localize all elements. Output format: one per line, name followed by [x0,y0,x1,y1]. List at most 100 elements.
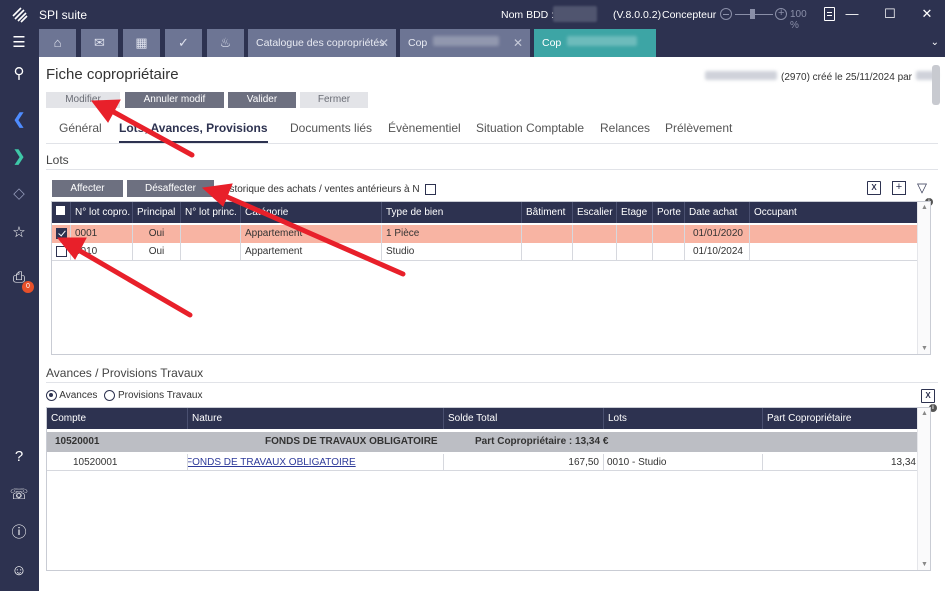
historique-checkbox-row[interactable]: Historique des achats / ventes antérieur… [220,184,437,195]
col-header[interactable]: Porte [653,202,685,223]
row-checkbox[interactable] [56,228,67,239]
lots-grid-header: N° lot copro. Principal N° lot princ. Ca… [52,202,918,223]
zoom-in-icon[interactable] [775,7,787,20]
col-header[interactable]: Date achat [685,202,750,223]
tab-relances[interactable]: Relances [600,121,650,135]
search-icon[interactable]: ⚲ [8,63,30,85]
col-header[interactable]: Type de bien [382,202,522,223]
radio-avances-label[interactable]: Avances [59,390,97,401]
col-header[interactable]: Catégorie [241,202,382,223]
col-header[interactable]: N° lot copro. [71,202,133,223]
nature-link[interactable]: FONDS DE TRAVAUX OBLIGATOIRE [188,457,356,468]
tab-documents-lies[interactable]: Documents liés [290,121,372,135]
cell-type: 1 Pièce [382,225,522,243]
col-header[interactable]: Solde Total [444,408,604,429]
maximize-icon[interactable]: ☐ [879,4,901,24]
tab-general[interactable]: Général [59,121,102,135]
close-tab-icon[interactable]: ✕ [513,29,523,57]
document-icon[interactable] [824,7,835,21]
group-row[interactable]: 10520001 FONDS DE TRAVAUX OBLIGATOIRE Pa… [47,432,918,452]
nav-arrow-right-icon[interactable]: ❯ [8,146,30,168]
annuler-modif-button[interactable]: Annuler modif [125,92,224,108]
zoom-slider-thumb[interactable] [750,9,755,19]
favorites-star-icon[interactable]: ☆ [8,222,30,244]
cell-categorie: Appartement [241,243,382,261]
mail-tab-icon[interactable]: ✉ [81,29,118,57]
code-diamond-icon[interactable]: ◇ [8,183,30,205]
tab-coproprietaire-1[interactable]: Cop ✕ [400,29,530,57]
desaffecter-button[interactable]: Désaffecter [127,180,214,197]
scroll-down-icon[interactable]: ▼ [921,345,928,352]
version-label: (V.8.0.0.2) [613,9,662,21]
tab-situation-comptable[interactable]: Situation Comptable [476,121,584,135]
col-header[interactable]: Part Copropriétaire [763,408,918,429]
col-header[interactable]: Lots [604,408,763,429]
col-header[interactable]: Occupant [750,202,918,223]
calendar-tab-icon[interactable]: ▦ [123,29,160,57]
tab-prelevement[interactable]: Prélèvement [665,121,732,135]
minimize-icon[interactable]: — [841,4,863,24]
col-header[interactable]: Principal [133,202,181,223]
tab-lots-avances-provisions[interactable]: Lots, Avances, Provisions [119,121,268,143]
main-panel: Fiche copropriétaire (2970) créé le 25/1… [39,57,945,591]
tab-catalogue-coproprietes[interactable]: Catalogue des copropriétés ✕ [248,29,396,57]
tab-label: Catalogue des copropriétés [256,37,385,49]
excel-export-icon[interactable]: X [921,389,935,403]
cell-principal: Oui [133,225,181,243]
redacted-name [433,36,500,46]
info-icon[interactable]: ⓘ [8,522,30,544]
group-part: Part Copropriétaire : 13,34 € [475,436,609,447]
user-profile-icon[interactable]: ☺ [8,560,30,582]
valider-button[interactable]: Valider [228,92,296,108]
close-window-icon[interactable]: ✕ [916,4,938,24]
nav-arrow-left-icon[interactable]: ❮ [8,109,30,131]
zoom-control[interactable]: 100 % [720,7,812,31]
affecter-button[interactable]: Affecter [52,180,123,197]
avances-grid-scrollbar[interactable]: ▲ ▼ [917,408,930,570]
radio-avances[interactable] [46,390,57,401]
col-header[interactable]: N° lot princ. [181,202,241,223]
row-checkbox[interactable] [56,246,67,257]
cell-lot-princ [181,243,241,261]
tab-evenementiel[interactable]: Évènementiel [388,121,461,135]
support-headset-icon[interactable]: ☏ [8,484,30,506]
notifications-bell-tab-icon[interactable]: ♨ [207,29,244,57]
scroll-up-icon[interactable]: ▲ [921,204,928,211]
row-select-cell[interactable] [52,225,71,243]
col-header[interactable]: Bâtiment [522,202,573,223]
hamburger-menu-icon[interactable]: ☰ [8,32,30,54]
select-all-cell[interactable] [52,202,71,223]
radio-provisions[interactable] [104,390,116,401]
cell-nature-link[interactable]: FONDS DE TRAVAUX OBLIGATOIRE [188,454,444,471]
help-icon[interactable]: ? [8,446,30,468]
historique-checkbox[interactable] [425,184,437,195]
radio-provisions-label[interactable]: Provisions Travaux [118,390,202,401]
add-column-icon[interactable]: + [892,181,906,195]
home-tab-icon[interactable]: ⌂ [39,29,76,57]
lots-section-title: Lots [46,153,69,167]
excel-export-icon[interactable]: X [867,181,881,195]
tab-coproprietaire-active[interactable]: Cop [534,29,656,57]
tasks-check-tab-icon[interactable]: ✓ [165,29,202,57]
fermer-button[interactable]: Fermer [300,92,368,108]
lots-grid-scrollbar[interactable]: ▲ ▼ [917,202,930,354]
modifier-button[interactable]: Modifier [46,92,120,108]
select-all-checkbox[interactable] [56,206,65,215]
table-row[interactable]: 10520001 FONDS DE TRAVAUX OBLIGATOIRE 16… [47,454,918,471]
scroll-up-icon[interactable]: ▲ [921,410,928,417]
cell-part: 13,34 [890,457,916,468]
row-select-cell[interactable] [52,243,71,261]
header-scrollbar[interactable] [932,65,940,105]
table-row[interactable]: 0010 Oui Appartement Studio 01/10/2024 [52,243,918,261]
zoom-out-icon[interactable] [720,8,732,20]
col-header[interactable]: Escalier [573,202,617,223]
table-row[interactable]: 0001 Oui Appartement 1 Pièce 01/01/2020 [52,225,918,243]
col-header[interactable]: Nature [188,408,444,429]
filter-funnel-icon[interactable]: ▽ [915,181,929,195]
scroll-down-icon[interactable]: ▼ [921,561,928,568]
close-tab-icon[interactable]: ✕ [379,29,389,57]
tabs-overflow-chevron-icon[interactable]: ⌄ [931,37,939,48]
col-header[interactable]: Etage [617,202,653,223]
cell-porte [653,243,685,261]
col-header[interactable]: Compte [47,408,188,429]
